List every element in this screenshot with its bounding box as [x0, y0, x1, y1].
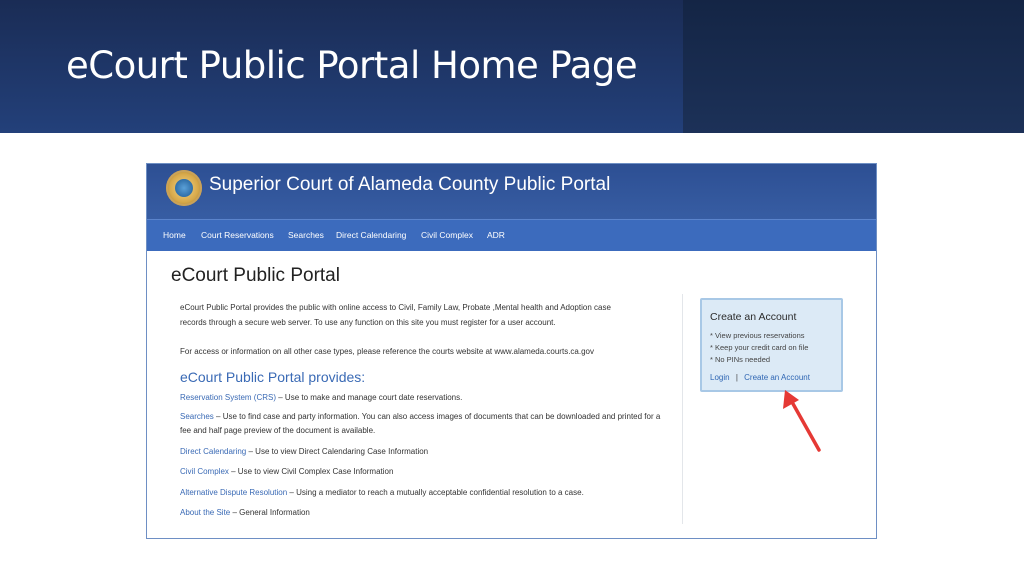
header-accent-panel — [683, 0, 1024, 133]
red-arrow-annotation — [783, 390, 821, 452]
portal-screenshot: Superior Court of Alameda County Public … — [146, 163, 877, 539]
slide-header: eCourt Public Portal Home Page — [0, 0, 1024, 133]
slide-title: eCourt Public Portal Home Page — [66, 44, 638, 87]
